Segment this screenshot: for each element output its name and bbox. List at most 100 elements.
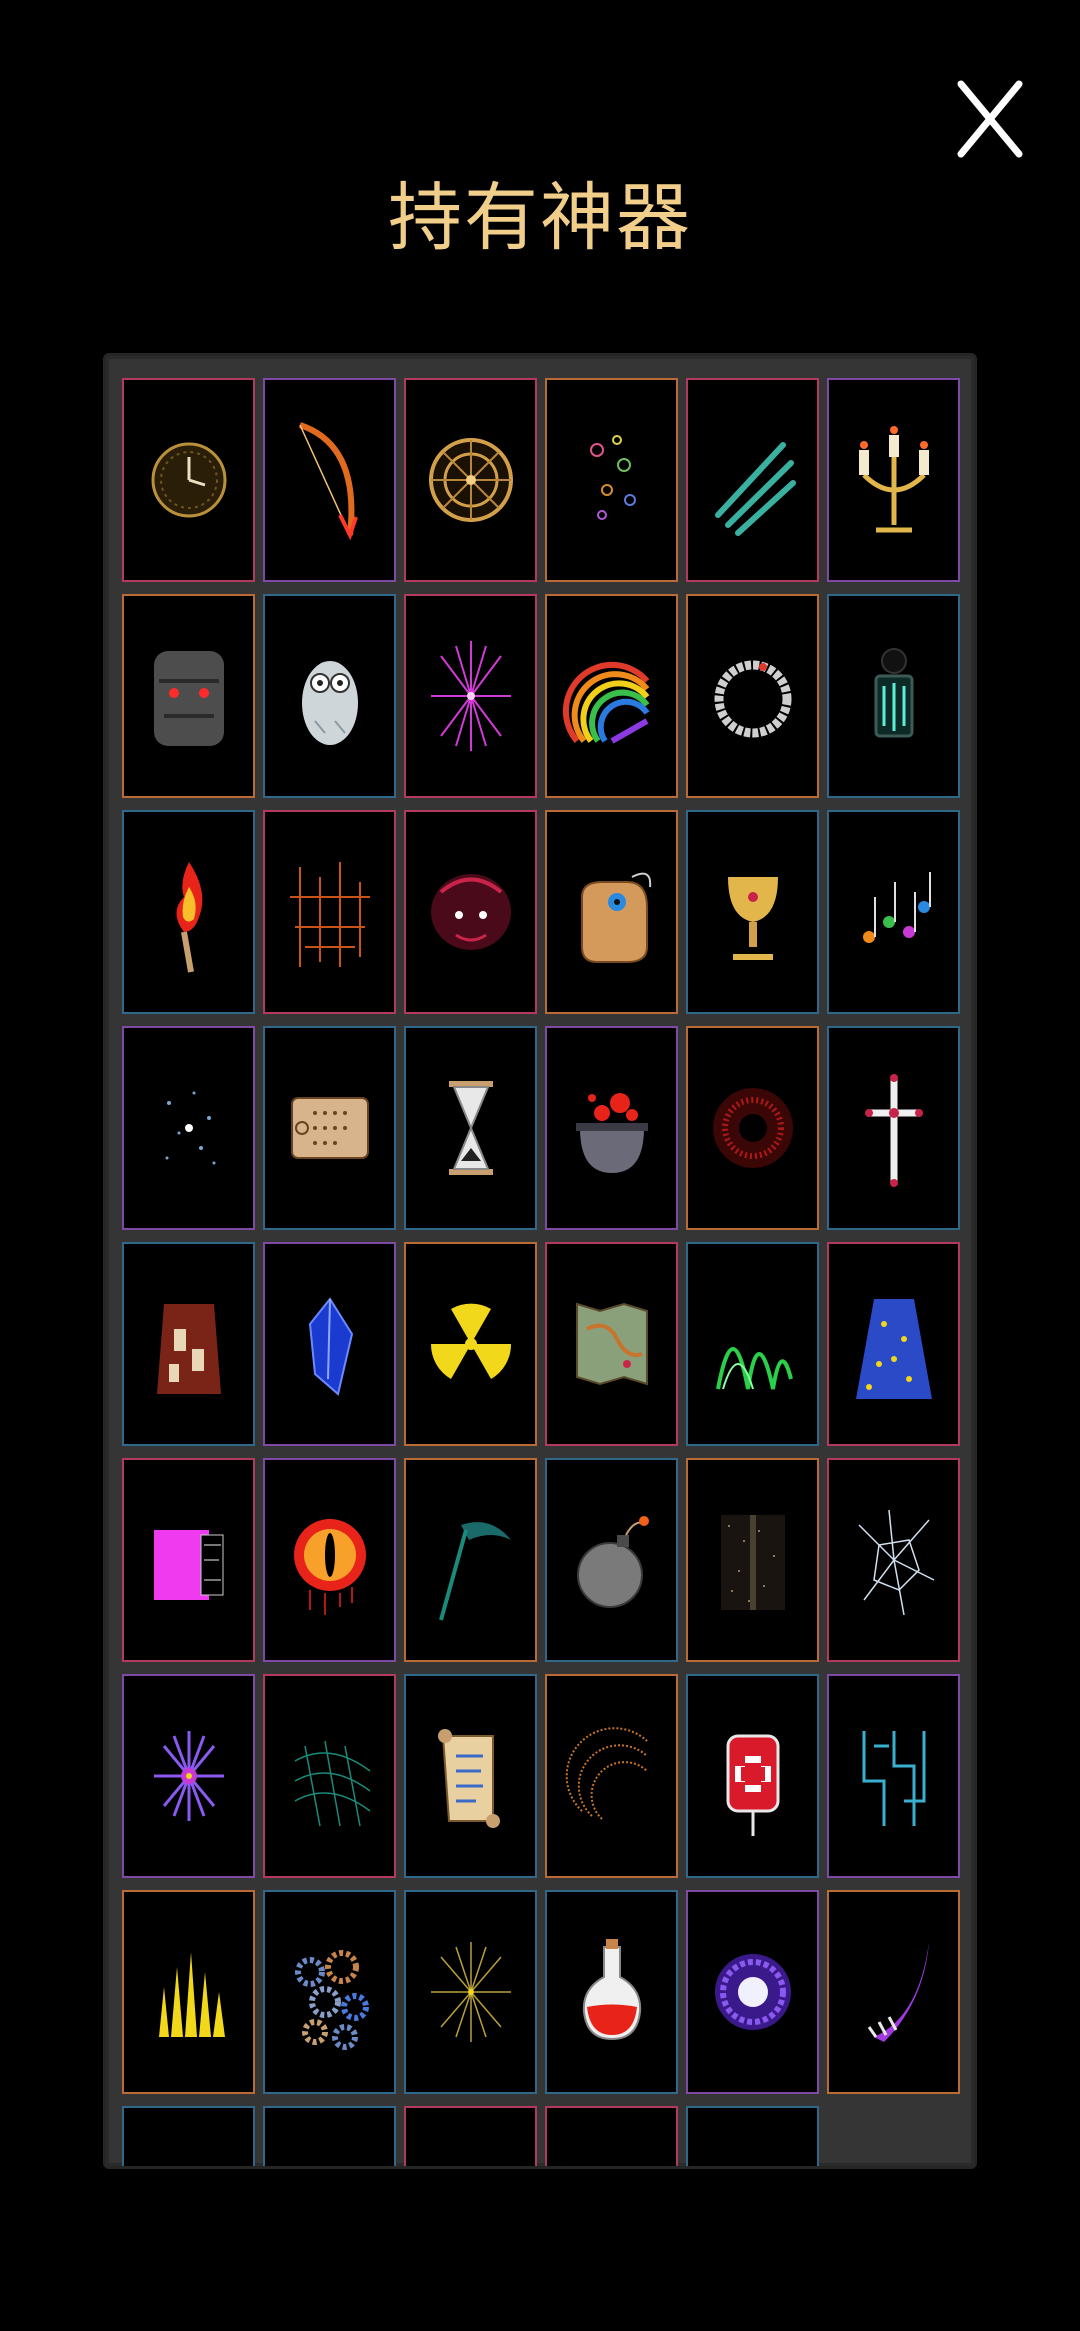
artifact-slot[interactable]: [686, 2106, 819, 2166]
flaming-bow-icon: [298, 422, 358, 541]
artifact-slot[interactable]: [545, 1890, 678, 2094]
lit-bomb-icon: [576, 1516, 649, 1608]
red-vortex-icon: [712, 1088, 793, 1168]
static-noise-icon: [720, 1515, 785, 1610]
ouroboros-ring-icon: [714, 660, 791, 738]
clock-face-icon: [151, 442, 226, 518]
artifact-panel[interactable]: [106, 356, 974, 2166]
starry-cloak-icon: [855, 1299, 932, 1399]
artifact-slot[interactable]: [404, 1026, 537, 1230]
artifact-slot[interactable]: [122, 1026, 255, 1230]
gears-icon: [294, 1950, 369, 2050]
artifact-slot[interactable]: [686, 810, 819, 1014]
artifact-slot[interactable]: [827, 1026, 960, 1230]
blue-crystal-icon: [308, 1297, 353, 1396]
artifact-slot[interactable]: [827, 378, 960, 582]
lantern-icon: [874, 648, 913, 738]
artifact-slot[interactable]: [545, 1674, 678, 1878]
treasure-map-icon: [575, 1302, 648, 1386]
artifact-slot[interactable]: [404, 810, 537, 1014]
artifact-slot[interactable]: [827, 1458, 960, 1662]
artifact-slot[interactable]: [263, 810, 396, 1014]
blue-stardust-icon: [165, 1091, 215, 1165]
artifact-slot[interactable]: [404, 1890, 537, 2094]
purple-claw-icon: [867, 1942, 929, 2042]
tattered-robe-icon: [156, 1304, 221, 1394]
radiation-symbol-icon: [430, 1303, 511, 1379]
artifact-slot[interactable]: [545, 810, 678, 1014]
purple-grass-icon: [421, 2133, 521, 2166]
crimson-beast-icon: [430, 874, 511, 950]
artifact-slot[interactable]: [545, 594, 678, 798]
artifact-slot[interactable]: [404, 594, 537, 798]
artifact-slot[interactable]: [545, 2106, 678, 2166]
artifact-slot[interactable]: [122, 378, 255, 582]
aurora-icon: [715, 1347, 793, 1390]
artifact-slot[interactable]: [263, 1026, 396, 1230]
artifact-slot[interactable]: [404, 1458, 537, 1662]
artifact-slot[interactable]: [545, 1242, 678, 1446]
artifact-slot[interactable]: [827, 1890, 960, 2094]
artifact-slot[interactable]: [545, 1026, 678, 1230]
artifact-slot[interactable]: [122, 1674, 255, 1878]
cyan-orb-icon: [703, 2133, 803, 2166]
artifact-slot[interactable]: [827, 594, 960, 798]
artifact-slot[interactable]: [263, 378, 396, 582]
burning-eye-icon: [293, 1519, 366, 1615]
artifact-slot[interactable]: [263, 1674, 396, 1878]
artifact-slot[interactable]: [686, 378, 819, 582]
artifact-slot[interactable]: [827, 1674, 960, 1878]
artifact-slot[interactable]: [263, 1890, 396, 2094]
artifact-slot[interactable]: [545, 1458, 678, 1662]
shattered-glass-icon: [857, 1509, 934, 1616]
golden-chalice-icon: [727, 877, 778, 960]
red-potion-icon: [582, 1939, 641, 2041]
artifact-slot[interactable]: [404, 2106, 537, 2166]
colorful-glyphs-icon: [589, 435, 636, 520]
artifact-slot[interactable]: [686, 1674, 819, 1878]
eye-pouch-icon: [580, 872, 651, 963]
hourglass-icon: [448, 1081, 493, 1175]
page-title: 持有神器: [388, 175, 692, 261]
glitch-block-icon: [153, 1530, 223, 1600]
scythe-icon: [438, 1522, 511, 1621]
pink-spark-burst-icon: [430, 641, 511, 751]
white-owl-icon: [301, 661, 358, 745]
artifact-slot[interactable]: [827, 810, 960, 1014]
purple-star-burst-icon: [153, 1731, 224, 1821]
artifact-slot[interactable]: [686, 1242, 819, 1446]
artifact-slot[interactable]: [122, 1242, 255, 1446]
artifact-slot[interactable]: [827, 1242, 960, 1446]
artifact-slot[interactable]: [404, 378, 537, 582]
artifact-slot[interactable]: [545, 378, 678, 582]
calendar-scroll-icon: [290, 1097, 369, 1159]
stone-golem-face-icon: [153, 651, 224, 746]
artifact-slot[interactable]: [122, 1890, 255, 2094]
artifact-grid: [122, 378, 960, 2166]
artifact-slot[interactable]: [404, 1242, 537, 1446]
artifact-slot[interactable]: [263, 594, 396, 798]
golden-sparkle-icon: [430, 1942, 511, 2042]
artifact-slot[interactable]: [122, 810, 255, 1014]
purple-portal-icon: [714, 1954, 791, 2030]
bubbling-cauldron-icon: [575, 1093, 648, 1173]
ancient-scroll-icon: [437, 1729, 500, 1828]
artifact-slot[interactable]: [686, 1890, 819, 2094]
artifact-slot[interactable]: [686, 1458, 819, 1662]
artifact-slot[interactable]: [122, 1458, 255, 1662]
teal-net-icon: [294, 1740, 370, 1827]
rainbow-icon: [562, 661, 649, 744]
artifact-slot[interactable]: [686, 1026, 819, 1230]
close-button[interactable]: [955, 78, 1025, 160]
cyan-claw-marks-icon: [714, 442, 796, 536]
artifact-slot[interactable]: [263, 2106, 396, 2166]
artifact-slot[interactable]: [122, 2106, 255, 2166]
artifact-slot[interactable]: [122, 594, 255, 798]
music-notes-icon: [862, 872, 931, 943]
artifact-slot[interactable]: [263, 1242, 396, 1446]
artifact-slot[interactable]: [263, 1458, 396, 1662]
artifact-slot[interactable]: [686, 594, 819, 798]
dark-shape-icon: [280, 2133, 380, 2166]
golden-compass-wheel-icon: [428, 438, 513, 522]
artifact-slot[interactable]: [404, 1674, 537, 1878]
